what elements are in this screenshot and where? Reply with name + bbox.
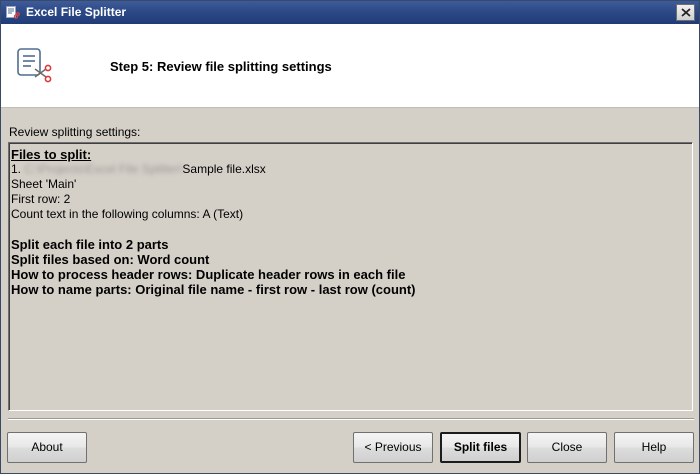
file-path-blurred: C:\Projects\Excel File Splitter\ — [24, 162, 183, 176]
naming-line: How to name parts: Original file name - … — [11, 282, 416, 297]
review-label: Review splitting settings: — [9, 125, 141, 139]
close-button[interactable]: Close — [527, 432, 607, 463]
help-button[interactable]: Help — [614, 432, 694, 463]
file-entry: 1. C:\Projects\Excel File Splitter\Sampl… — [11, 162, 692, 177]
split-files-button[interactable]: Split files — [440, 432, 521, 463]
file-name: Sample file.xlsx — [182, 162, 266, 176]
count-columns-line: Count text in the following columns: A (… — [11, 207, 244, 221]
file-index: 1. — [11, 162, 22, 176]
file-scissors-icon — [15, 46, 53, 84]
files-heading: Files to split: — [11, 147, 92, 162]
divider — [8, 418, 694, 420]
previous-button[interactable]: < Previous — [353, 432, 433, 463]
first-row-line: First row: 2 — [11, 192, 71, 206]
about-button[interactable]: About — [7, 432, 87, 463]
step-title: Step 5: Review file splitting settings — [110, 59, 332, 74]
header-rows-line: How to process header rows: Duplicate he… — [11, 267, 406, 282]
wizard-header: Step 5: Review file splitting settings — [1, 24, 699, 108]
split-basis-line: Split files based on: Word count — [11, 252, 210, 267]
app-icon — [5, 5, 20, 20]
window-title: Excel File Splitter — [26, 5, 127, 19]
dialog-window: Excel File Splitter Step 5: Review file … — [0, 0, 700, 474]
split-parts-line: Split each file into 2 parts — [11, 237, 169, 252]
close-icon — [681, 8, 691, 17]
close-window-button[interactable] — [676, 4, 695, 21]
title-bar[interactable]: Excel File Splitter — [1, 1, 699, 24]
review-settings-box[interactable]: Files to split: 1. C:\Projects\Excel Fil… — [8, 142, 693, 411]
sheet-line: Sheet 'Main' — [11, 177, 77, 191]
